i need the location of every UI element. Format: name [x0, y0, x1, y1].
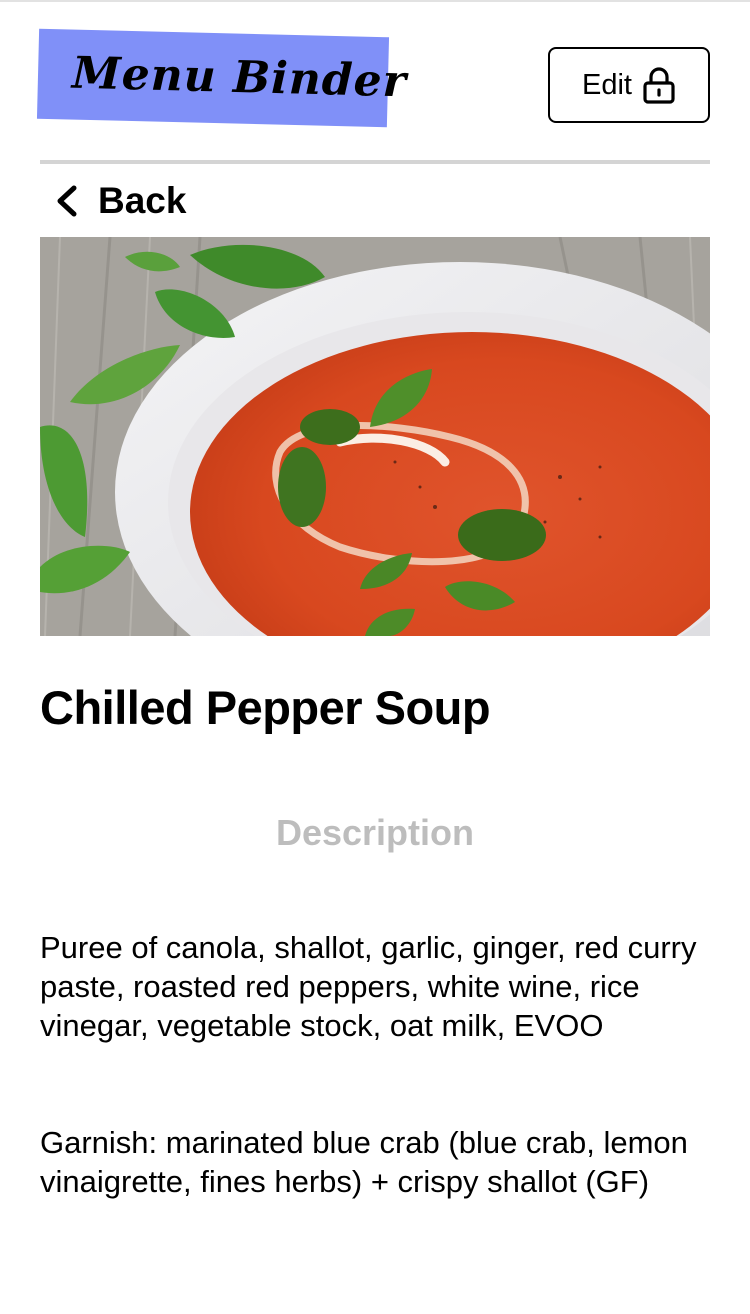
top-border — [0, 0, 750, 2]
dish-title: Chilled Pepper Soup — [40, 681, 491, 734]
description-heading: Description — [275, 812, 475, 853]
chevron-left-icon — [57, 185, 77, 217]
lock-icon — [643, 67, 675, 104]
edit-button-label: Edit — [582, 68, 632, 101]
description-paragraph: Puree of canola, shallot, garlic, ginger… — [40, 930, 697, 1043]
header-divider — [40, 160, 710, 164]
app-logo[interactable]: Menu Binder — [71, 48, 407, 108]
tomato-soup-photo — [40, 237, 710, 636]
edit-button[interactable]: Edit — [548, 47, 710, 123]
back-link-label: Back — [98, 180, 187, 221]
back-link[interactable]: Back — [52, 176, 186, 226]
garnish-paragraph: Garnish: marinated blue crab (blue crab,… — [40, 1125, 688, 1199]
